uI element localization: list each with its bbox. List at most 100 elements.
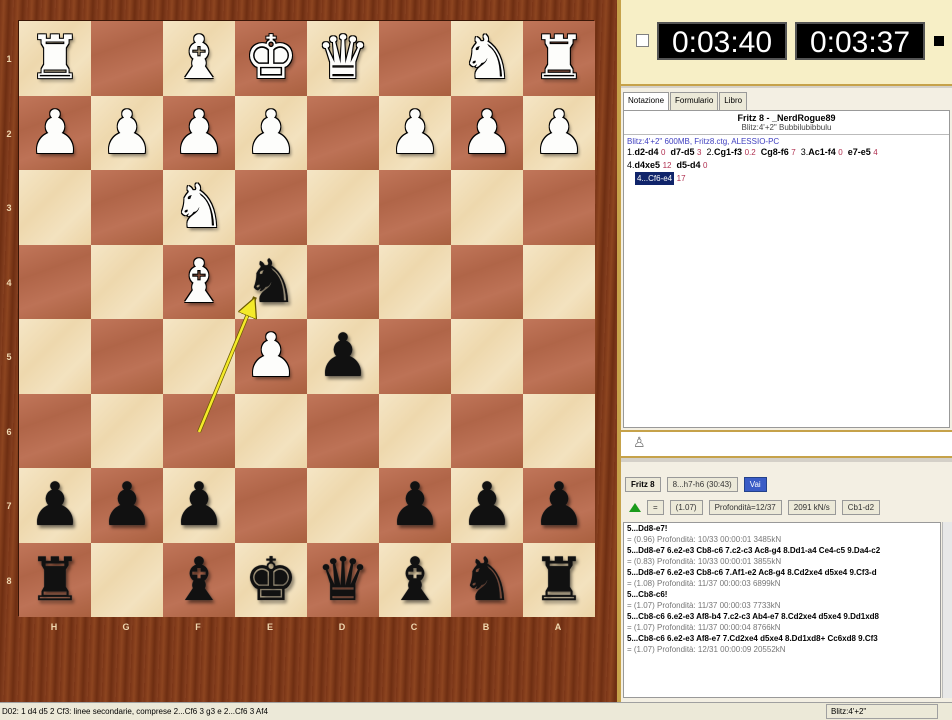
board-square[interactable]: ♞: [451, 21, 523, 96]
board-square[interactable]: ♝: [163, 21, 235, 96]
white-knight-icon[interactable]: ♞: [172, 177, 226, 237]
white-knight-icon[interactable]: ♞: [460, 28, 514, 88]
black-pawn-icon[interactable]: ♟: [532, 475, 586, 535]
black-knight-icon[interactable]: ♞: [460, 550, 514, 610]
board-square[interactable]: ♟: [307, 319, 379, 394]
board-square[interactable]: [451, 393, 523, 468]
move-white[interactable]: d2-d4: [635, 147, 659, 157]
board-square[interactable]: ♟: [379, 95, 451, 170]
scrollbar[interactable]: [942, 522, 952, 698]
board-square[interactable]: [91, 21, 163, 96]
tab-libro[interactable]: Libro: [719, 92, 748, 110]
black-bishop-icon[interactable]: ♝: [172, 550, 226, 610]
board-square[interactable]: ♟: [523, 95, 595, 170]
white-pawn-icon[interactable]: ♟: [244, 326, 298, 386]
move-white[interactable]: Ac1-f4: [808, 147, 836, 157]
board-square[interactable]: [19, 244, 91, 319]
chess-board[interactable]: ♜ ♝ ♚ ♛ ♞ ♜ ♟ ♟ ♟ ♟ ♟ ♟ ♟ ♞ ♝ ♞ ♟ ♟ ♟ ♟ ♟ ♟ ♟ ♟ ♜ ♝ ♚ ♛ ♝ ♞ ♜: [18, 20, 595, 617]
white-king-icon[interactable]: ♚: [244, 28, 298, 88]
board-square[interactable]: ♝: [163, 542, 235, 617]
notation-content[interactable]: Fritz 8 - _NerdRogue89 Blitz:4'+2" Bubbi…: [623, 110, 950, 428]
white-pawn-icon[interactable]: ♟: [100, 103, 154, 163]
board-square[interactable]: ♟: [19, 95, 91, 170]
board-square[interactable]: [307, 170, 379, 245]
board-square[interactable]: [379, 244, 451, 319]
board-square[interactable]: ♜: [19, 542, 91, 617]
black-rook-icon[interactable]: ♜: [532, 550, 586, 610]
board-square[interactable]: [379, 21, 451, 96]
board-square[interactable]: [523, 170, 595, 245]
board-square[interactable]: [523, 393, 595, 468]
black-queen-icon[interactable]: ♛: [316, 550, 370, 610]
black-pawn-icon[interactable]: ♟: [100, 475, 154, 535]
board-square[interactable]: ♜: [523, 21, 595, 96]
move-black[interactable]: d7-d5: [671, 147, 695, 157]
board-square[interactable]: [379, 319, 451, 394]
go-button[interactable]: Vai: [743, 476, 767, 492]
board-square[interactable]: ♜: [19, 21, 91, 96]
engine-name[interactable]: Fritz 8: [625, 476, 661, 492]
board-square[interactable]: ♚: [235, 21, 307, 96]
move-black[interactable]: Cg8-f6: [761, 147, 789, 157]
board-square[interactable]: ♝: [379, 542, 451, 617]
clock-checkbox[interactable]: [636, 34, 649, 47]
board-square[interactable]: ♟: [523, 468, 595, 543]
board-square[interactable]: ♜: [523, 542, 595, 617]
black-pawn-icon[interactable]: ♟: [28, 475, 82, 535]
white-pawn-icon[interactable]: ♟: [388, 103, 442, 163]
board-square[interactable]: [307, 468, 379, 543]
black-pawn-icon[interactable]: ♟: [316, 326, 370, 386]
analysis-line[interactable]: 5...Dd8-e7 6.e2-e3 Cb8-c6 7.Af1-e2 Ac8-g…: [624, 567, 940, 578]
black-knight-icon[interactable]: ♞: [244, 252, 298, 312]
board-square[interactable]: ♟: [163, 95, 235, 170]
board-square[interactable]: [91, 393, 163, 468]
move-white[interactable]: d4xe5: [635, 160, 661, 170]
white-pawn-icon[interactable]: ♟: [28, 103, 82, 163]
white-rook-icon[interactable]: ♜: [532, 28, 586, 88]
board-square[interactable]: [19, 170, 91, 245]
board-square[interactable]: ♞: [235, 244, 307, 319]
board-square[interactable]: [307, 393, 379, 468]
board-square[interactable]: ♟: [235, 95, 307, 170]
black-pawn-icon[interactable]: ♟: [460, 475, 514, 535]
board-square[interactable]: ♞: [451, 542, 523, 617]
board-square[interactable]: ♟: [163, 468, 235, 543]
board-square[interactable]: [307, 95, 379, 170]
black-king-icon[interactable]: ♚: [244, 550, 298, 610]
analysis-line[interactable]: 5...Cb8-c6 6.e2-e3 Af8-e7 7.Cd2xe4 d5xe4…: [624, 633, 940, 644]
analysis-line[interactable]: 5...Cb8-c6 6.e2-e3 Af8-b4 7.c2-c3 Ab4-e7…: [624, 611, 940, 622]
board-square[interactable]: [379, 393, 451, 468]
board-square[interactable]: ♟: [235, 319, 307, 394]
board-square[interactable]: [235, 393, 307, 468]
board-square[interactable]: ♟: [451, 468, 523, 543]
board-square[interactable]: [91, 542, 163, 617]
white-queen-icon[interactable]: ♛: [316, 28, 370, 88]
analysis-line[interactable]: 5...Dd8-e7!: [624, 523, 940, 534]
board-square[interactable]: [451, 170, 523, 245]
current-move[interactable]: 4...Cf6-e4: [635, 172, 675, 185]
white-bishop-icon[interactable]: ♝: [172, 252, 226, 312]
board-square[interactable]: [91, 170, 163, 245]
white-pawn-icon[interactable]: ♟: [244, 103, 298, 163]
white-pawn-icon[interactable]: ♟: [172, 103, 226, 163]
board-square[interactable]: ♛: [307, 542, 379, 617]
board-square[interactable]: [19, 319, 91, 394]
white-bishop-icon[interactable]: ♝: [172, 28, 226, 88]
move-white[interactable]: Cg1-f3: [714, 147, 742, 157]
board-square[interactable]: [379, 170, 451, 245]
black-pawn-icon[interactable]: ♟: [172, 475, 226, 535]
board-square[interactable]: ♟: [19, 468, 91, 543]
board-square[interactable]: ♝: [163, 244, 235, 319]
board-square[interactable]: [91, 319, 163, 394]
analysis-output[interactable]: 5...Dd8-e7! = (0.96) Profondità: 10/33 00…: [623, 522, 941, 698]
board-square[interactable]: [523, 244, 595, 319]
board-square[interactable]: [163, 319, 235, 394]
board-square[interactable]: [307, 244, 379, 319]
board-square[interactable]: ♚: [235, 542, 307, 617]
board-square[interactable]: ♟: [451, 95, 523, 170]
move-black[interactable]: d5-d4: [676, 160, 700, 170]
white-rook-icon[interactable]: ♜: [28, 28, 82, 88]
tab-notazione[interactable]: Notazione: [623, 92, 670, 110]
board-square[interactable]: ♞: [163, 170, 235, 245]
board-square[interactable]: ♟: [91, 95, 163, 170]
